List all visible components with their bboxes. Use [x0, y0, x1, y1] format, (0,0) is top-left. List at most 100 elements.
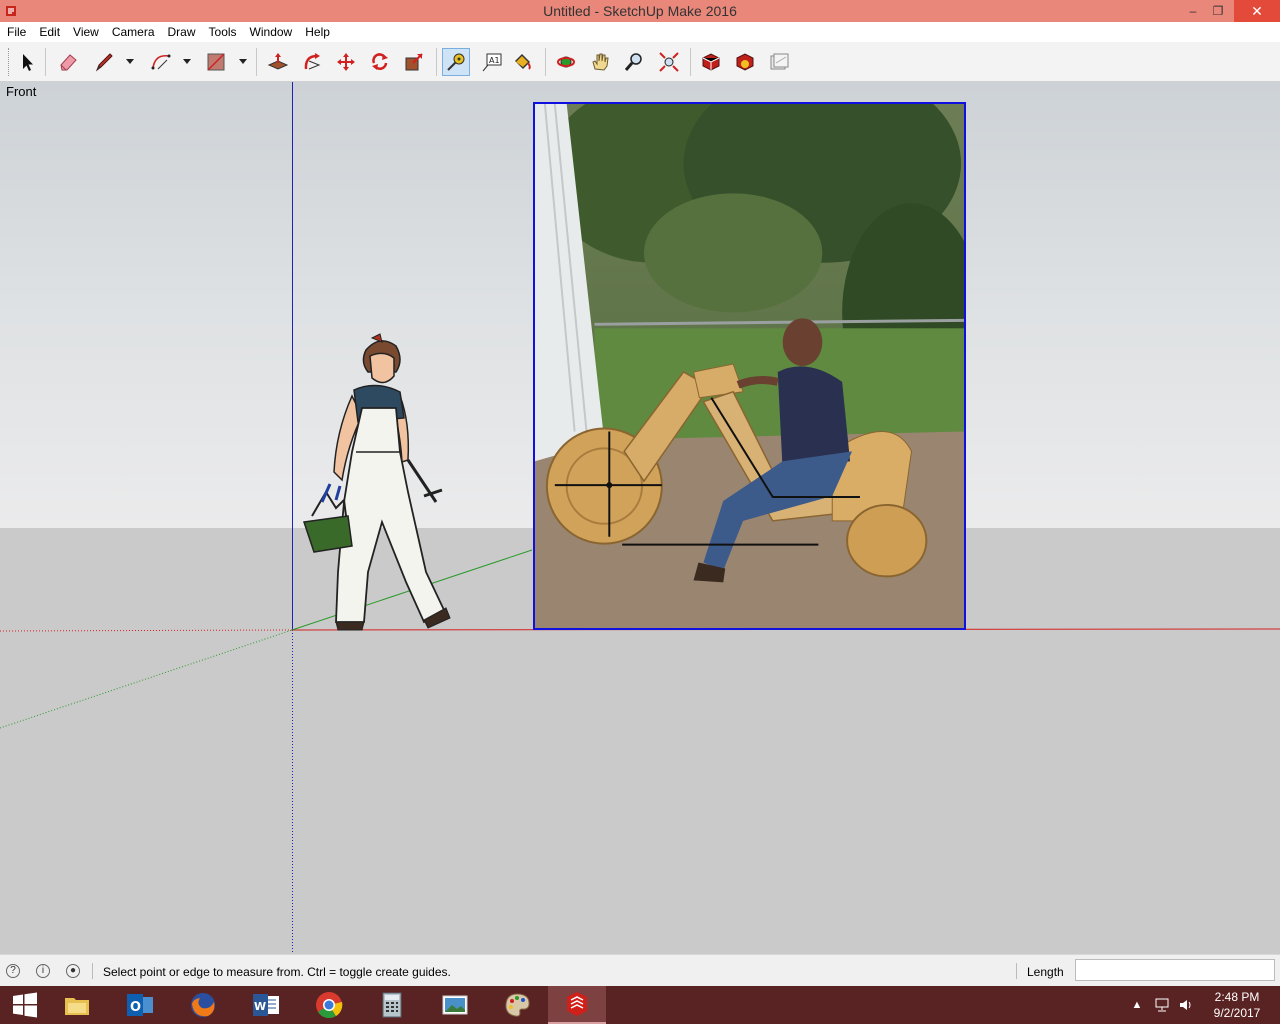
tray-overflow-chevron-icon[interactable]: ▲: [1128, 986, 1146, 1024]
orbit-icon: [557, 56, 575, 68]
paint-palette-icon: [505, 993, 530, 1017]
zoom-extents-icon: [659, 52, 679, 72]
photos-icon: [442, 995, 468, 1015]
3d-warehouse-icon: [702, 53, 720, 71]
taskbar-word[interactable]: W: [237, 986, 295, 1024]
orbit-tool-button[interactable]: [552, 48, 580, 76]
move-arrows-icon: [337, 53, 355, 71]
restore-button[interactable]: ❐: [1203, 0, 1233, 22]
folder-icon: [65, 998, 89, 1015]
zoom-extents-tool-button[interactable]: [655, 48, 683, 76]
svg-text:O: O: [130, 1000, 141, 1015]
scale-figure-person[interactable]: [296, 332, 456, 632]
view-name-label: Front: [6, 84, 37, 99]
zoom-tool-button[interactable]: [620, 48, 648, 76]
arc-tool-button[interactable]: [147, 48, 175, 76]
extension-warehouse-icon: [736, 53, 754, 71]
extension-warehouse-button[interactable]: [731, 48, 759, 76]
drawing-viewport[interactable]: Front: [0, 82, 1280, 954]
pencil-icon: [95, 53, 113, 72]
sketchup-icon: [567, 992, 587, 1016]
taskbar-file-explorer[interactable]: [48, 986, 106, 1024]
arc-icon: [151, 54, 171, 70]
credits-icon[interactable]: i: [36, 964, 50, 978]
window-title: Untitled - SketchUp Make 2016: [543, 3, 737, 19]
chevron-down-icon[interactable]: [238, 56, 248, 66]
paint-bucket-icon: [515, 54, 531, 70]
rotate-tool-button[interactable]: [366, 48, 394, 76]
tape-measure-icon: [447, 53, 465, 71]
photo-content: [535, 104, 964, 628]
firefox-icon: [191, 993, 215, 1017]
user-account-icon[interactable]: ●: [66, 964, 80, 978]
menu-bar: File Edit View Camera Draw Tools Window …: [0, 22, 1280, 42]
taskbar-calculator[interactable]: [363, 986, 421, 1024]
getting-started-toolbar: A1: [0, 42, 1280, 82]
paint-bucket-tool-button[interactable]: [508, 48, 536, 76]
chrome-icon: [316, 992, 343, 1019]
toolbar-grip[interactable]: [8, 48, 11, 76]
layout-icon: [770, 53, 789, 70]
menu-file[interactable]: File: [0, 22, 32, 42]
tape-measure-tool-button[interactable]: [442, 48, 470, 76]
outlook-icon: O: [127, 994, 153, 1016]
system-clock[interactable]: 2:48 PM 9/2/2017: [1200, 989, 1274, 1021]
push-pull-icon: [267, 53, 289, 70]
line-tool-button[interactable]: [90, 48, 118, 76]
3d-warehouse-button[interactable]: [697, 48, 725, 76]
start-button[interactable]: [0, 986, 50, 1024]
volume-icon[interactable]: [1175, 986, 1197, 1024]
toolbar-separator: [256, 48, 257, 76]
calculator-icon: [382, 992, 402, 1018]
status-message: Select point or edge to measure from. Ct…: [103, 965, 451, 979]
toolbar-separator: [545, 48, 546, 76]
toolbar-separator: [45, 48, 46, 76]
word-icon: W: [253, 994, 279, 1016]
measurements-input[interactable]: [1075, 959, 1275, 981]
chevron-down-icon[interactable]: [182, 56, 192, 66]
eraser-tool-button[interactable]: [54, 48, 82, 76]
menu-tools[interactable]: Tools: [202, 22, 243, 42]
taskbar-outlook[interactable]: O: [111, 986, 169, 1024]
taskbar-firefox[interactable]: [174, 986, 232, 1024]
toolbar-separator: [436, 48, 437, 76]
windows-taskbar: O W ▲ 2:48 PM 9/2/2017: [0, 986, 1280, 1024]
text-label-icon: A1: [482, 53, 502, 72]
menu-edit[interactable]: Edit: [32, 22, 66, 42]
menu-view[interactable]: View: [66, 22, 105, 42]
pan-tool-button[interactable]: [586, 48, 614, 76]
taskbar-sketchup[interactable]: [548, 986, 606, 1024]
network-monitor-icon: [1155, 998, 1169, 1012]
status-divider: [1016, 963, 1017, 979]
windows-logo-icon: [13, 992, 37, 1018]
text-tool-button[interactable]: A1: [478, 48, 506, 76]
rotate-icon: [372, 53, 388, 70]
push-pull-tool-button[interactable]: [264, 48, 292, 76]
menu-draw[interactable]: Draw: [161, 22, 202, 42]
taskbar-chrome[interactable]: [300, 986, 358, 1024]
menu-window[interactable]: Window: [243, 22, 299, 42]
taskbar-paint[interactable]: [488, 986, 546, 1024]
pan-hand-icon: [592, 53, 609, 71]
clock-time: 2:48 PM: [1214, 990, 1260, 1004]
menu-help[interactable]: Help: [298, 22, 336, 42]
geo-location-icon[interactable]: ?: [6, 964, 20, 978]
imported-photo-image[interactable]: [533, 102, 966, 630]
svg-text:A1: A1: [489, 56, 500, 65]
scale-tool-button[interactable]: [400, 48, 428, 76]
taskbar-photos[interactable]: [426, 986, 484, 1024]
chevron-down-icon[interactable]: [125, 56, 135, 66]
status-bar: ? i ● Select point or edge to measure fr…: [0, 954, 1280, 986]
move-tool-button[interactable]: [332, 48, 360, 76]
close-button[interactable]: ✕: [1234, 0, 1280, 22]
menu-camera[interactable]: Camera: [105, 22, 161, 42]
network-icon[interactable]: [1151, 986, 1173, 1024]
rectangle-tool-button[interactable]: [202, 48, 230, 76]
send-to-layout-button[interactable]: [765, 48, 793, 76]
follow-me-tool-button[interactable]: [298, 48, 326, 76]
svg-text:W: W: [254, 1000, 266, 1013]
select-tool-button[interactable]: [13, 48, 41, 76]
speaker-icon: [1180, 1000, 1191, 1010]
eraser-icon: [60, 54, 77, 71]
select-arrow-icon: [23, 54, 33, 71]
